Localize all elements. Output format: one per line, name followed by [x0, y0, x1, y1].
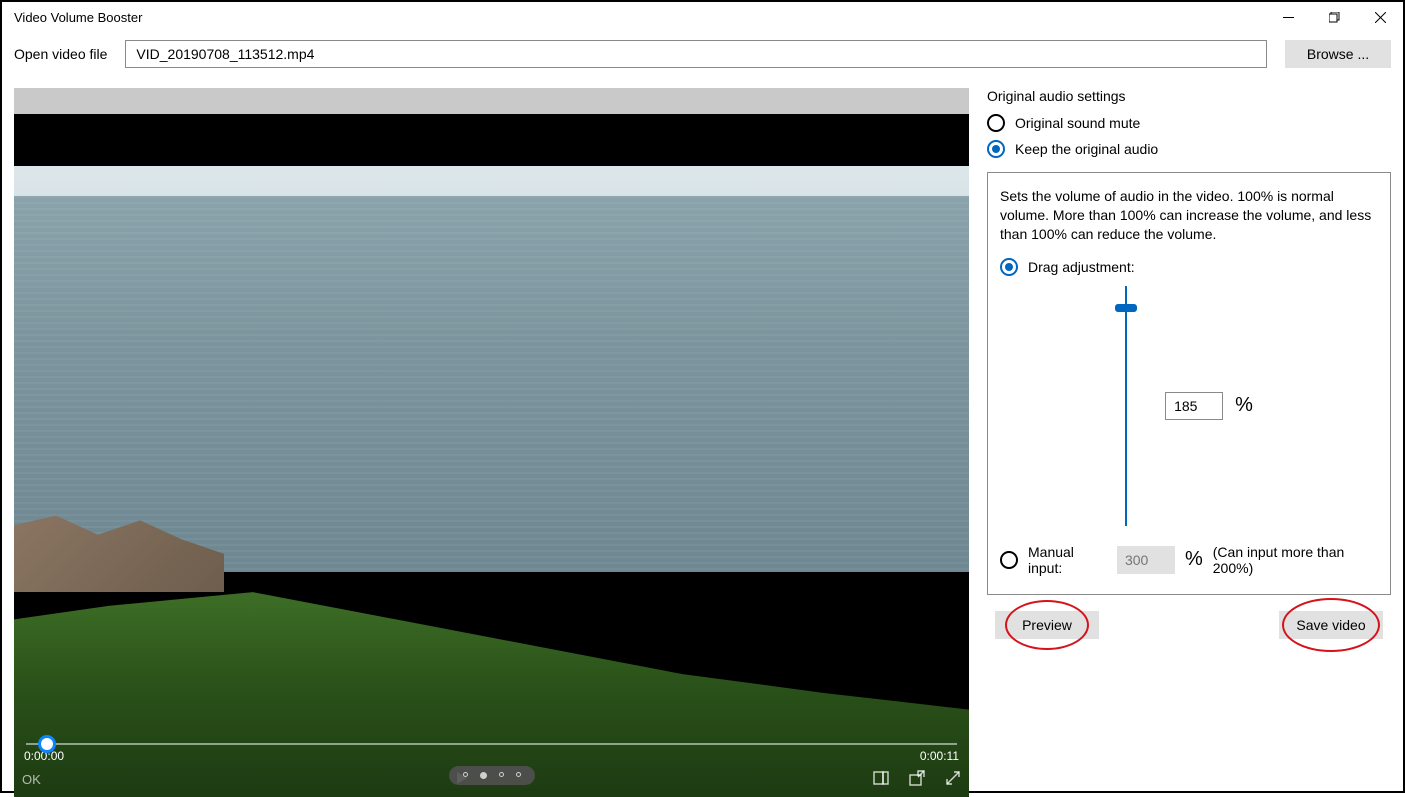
volume-box: Sets the volume of audio in the video. 1…	[987, 172, 1391, 595]
maximize-icon	[1329, 12, 1340, 23]
action-row: Preview Save video	[987, 611, 1391, 639]
file-path-input[interactable]	[125, 40, 1267, 68]
title-bar: Video Volume Booster	[2, 2, 1403, 32]
save-wrap: Save video	[1279, 611, 1383, 639]
close-button[interactable]	[1357, 2, 1403, 32]
manual-percent-sign: %	[1185, 548, 1203, 571]
volume-slider-thumb[interactable]	[1115, 304, 1137, 312]
video-preview[interactable]: 0:00:00 0:00:11 OK	[14, 114, 969, 797]
radio-drag-label: Drag adjustment:	[1028, 259, 1135, 275]
radio-manual[interactable]: Manual input: % (Can input more than 200…	[1000, 544, 1378, 576]
slider-area: %	[1000, 286, 1378, 526]
open-file-label: Open video file	[14, 46, 107, 62]
fullscreen-button[interactable]	[945, 770, 961, 789]
close-icon	[1375, 12, 1386, 23]
volume-value-group: %	[1165, 392, 1253, 420]
seek-thumb[interactable]	[38, 735, 56, 753]
snapshot-icon	[873, 770, 889, 786]
window-controls	[1265, 2, 1403, 32]
preview-button[interactable]: Preview	[995, 611, 1099, 639]
volume-value-input[interactable]	[1165, 392, 1223, 420]
manual-value-input	[1117, 546, 1175, 574]
maximize-button[interactable]	[1311, 2, 1357, 32]
video-frame: 0:00:00 0:00:11 OK	[14, 114, 969, 797]
video-letterbox	[14, 114, 969, 166]
duration: 0:00:11	[920, 749, 959, 763]
volume-slider[interactable]	[1125, 286, 1127, 526]
preview-sea	[14, 196, 969, 572]
volume-percent-sign: %	[1235, 394, 1253, 417]
seek-bar[interactable]	[26, 743, 957, 745]
radio-mute[interactable]: Original sound mute	[987, 110, 1391, 136]
preview-wrap: Preview	[995, 611, 1099, 639]
video-panel: 0:00:00 0:00:11 OK	[14, 88, 969, 797]
settings-panel: Original audio settings Original sound m…	[987, 88, 1391, 797]
snapshot-button[interactable]	[873, 770, 889, 789]
video-top-bar	[14, 88, 969, 114]
radio-drag-indicator	[1000, 258, 1018, 276]
radio-keep-label: Keep the original audio	[1015, 141, 1158, 157]
carousel-dots[interactable]	[449, 766, 535, 785]
browse-button[interactable]: Browse ...	[1285, 40, 1391, 68]
radio-mute-indicator	[987, 114, 1005, 132]
window-title: Video Volume Booster	[14, 10, 142, 25]
dot-4[interactable]	[516, 772, 521, 777]
radio-manual-indicator	[1000, 551, 1018, 569]
radio-drag[interactable]: Drag adjustment:	[1000, 258, 1378, 276]
radio-keep-indicator	[987, 140, 1005, 158]
open-file-row: Open video file Browse ...	[2, 32, 1403, 76]
save-video-button[interactable]: Save video	[1279, 611, 1383, 639]
fullscreen-icon	[945, 770, 961, 786]
minimize-icon	[1283, 12, 1294, 23]
radio-manual-label: Manual input:	[1028, 544, 1107, 576]
volume-help: Sets the volume of audio in the video. 1…	[1000, 187, 1378, 244]
main-content: 0:00:00 0:00:11 OK	[2, 76, 1403, 797]
radio-keep[interactable]: Keep the original audio	[987, 136, 1391, 162]
ok-label: OK	[22, 772, 82, 787]
audio-section-title: Original audio settings	[987, 88, 1391, 104]
share-icon	[909, 770, 925, 786]
manual-hint: (Can input more than 200%)	[1213, 544, 1378, 576]
minimize-button[interactable]	[1265, 2, 1311, 32]
dot-2[interactable]	[480, 772, 487, 779]
dot-3[interactable]	[499, 772, 504, 777]
radio-mute-label: Original sound mute	[1015, 115, 1140, 131]
share-button[interactable]	[909, 770, 925, 789]
dot-1[interactable]	[463, 772, 468, 777]
